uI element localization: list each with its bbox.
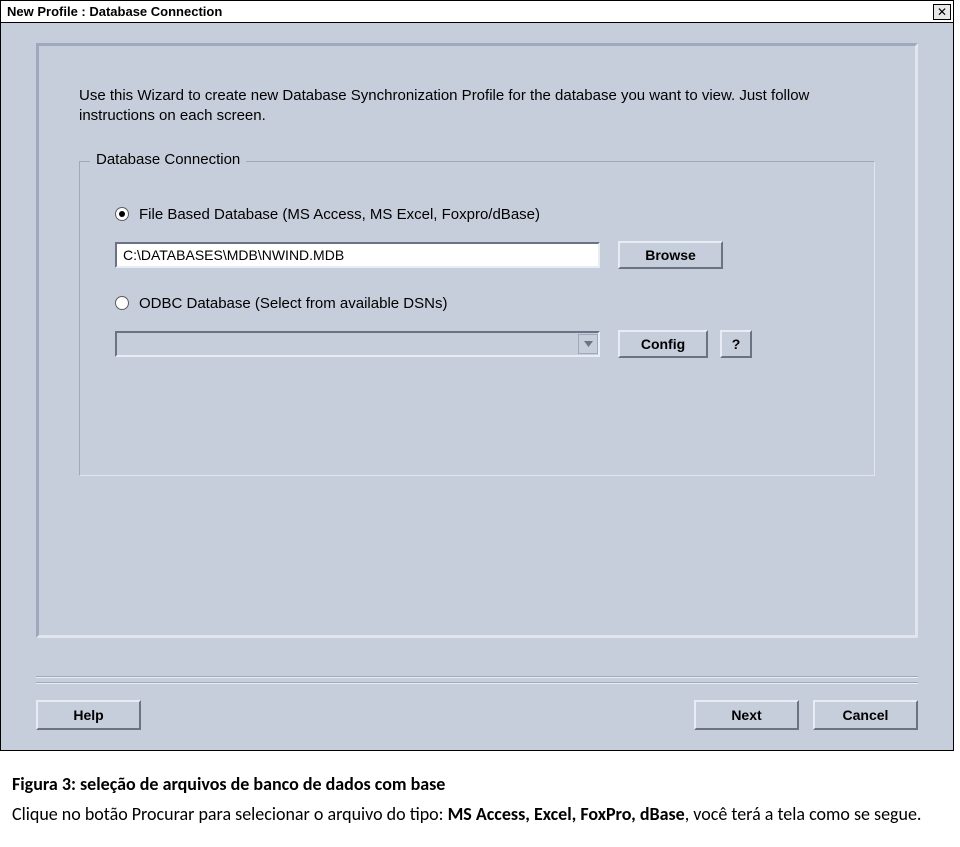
- divider-line: [36, 676, 918, 678]
- close-button[interactable]: ✕: [933, 4, 951, 20]
- footer-right-group: Next Cancel: [694, 700, 918, 730]
- figure-caption-title: Figura 3: seleção de arquivos de banco d…: [12, 773, 948, 795]
- chevron-down-icon[interactable]: [578, 334, 598, 354]
- help-question-label: ?: [732, 336, 741, 352]
- titlebar[interactable]: New Profile : Database Connection ✕: [1, 1, 953, 23]
- odbc-dsn-row: Config ?: [115, 330, 839, 358]
- window-title: New Profile : Database Connection: [7, 4, 222, 19]
- database-connection-group: Database Connection File Based Database …: [79, 161, 875, 476]
- odbc-radio[interactable]: [115, 296, 129, 310]
- caption-strong: MS Access, Excel, FoxPro, dBase: [448, 803, 685, 825]
- odbc-radio-row[interactable]: ODBC Database (Select from available DSN…: [115, 295, 839, 312]
- file-based-radio-label: File Based Database (MS Access, MS Excel…: [139, 206, 540, 223]
- config-button-label: Config: [641, 336, 685, 352]
- group-title: Database Connection: [90, 151, 246, 168]
- help-button[interactable]: Help: [36, 700, 141, 730]
- odbc-section: ODBC Database (Select from available DSN…: [115, 295, 839, 358]
- dialog-window: New Profile : Database Connection ✕ Use …: [0, 0, 954, 751]
- file-based-radio[interactable]: [115, 207, 129, 221]
- figure-caption-body: Clique no botão Procurar para selecionar…: [12, 801, 948, 827]
- close-icon: ✕: [937, 6, 947, 18]
- caption-suffix: , você terá a tela como se segue.: [685, 803, 922, 825]
- cancel-button[interactable]: Cancel: [813, 700, 918, 730]
- config-button[interactable]: Config: [618, 330, 708, 358]
- file-path-input[interactable]: [115, 242, 600, 268]
- odbc-dsn-dropdown[interactable]: [115, 331, 600, 357]
- wizard-intro-text: Use this Wizard to create new Database S…: [79, 86, 875, 127]
- figure-caption-block: Figura 3: seleção de arquivos de banco d…: [0, 751, 960, 837]
- next-button[interactable]: Next: [694, 700, 799, 730]
- cancel-button-label: Cancel: [843, 707, 889, 723]
- help-button-label: Help: [73, 707, 103, 723]
- file-path-row: Browse: [115, 241, 839, 269]
- help-question-button[interactable]: ?: [720, 330, 752, 358]
- odbc-button-row: Config ?: [618, 330, 752, 358]
- footer-button-bar: Help Next Cancel: [1, 684, 953, 750]
- wizard-panel: Use this Wizard to create new Database S…: [36, 43, 918, 638]
- file-based-radio-row[interactable]: File Based Database (MS Access, MS Excel…: [115, 206, 839, 223]
- client-area: Use this Wizard to create new Database S…: [1, 23, 953, 658]
- odbc-radio-label: ODBC Database (Select from available DSN…: [139, 295, 447, 312]
- caption-prefix: Clique no botão Procurar para selecionar…: [12, 803, 448, 825]
- browse-button[interactable]: Browse: [618, 241, 723, 269]
- browse-button-label: Browse: [645, 247, 696, 263]
- next-button-label: Next: [731, 707, 761, 723]
